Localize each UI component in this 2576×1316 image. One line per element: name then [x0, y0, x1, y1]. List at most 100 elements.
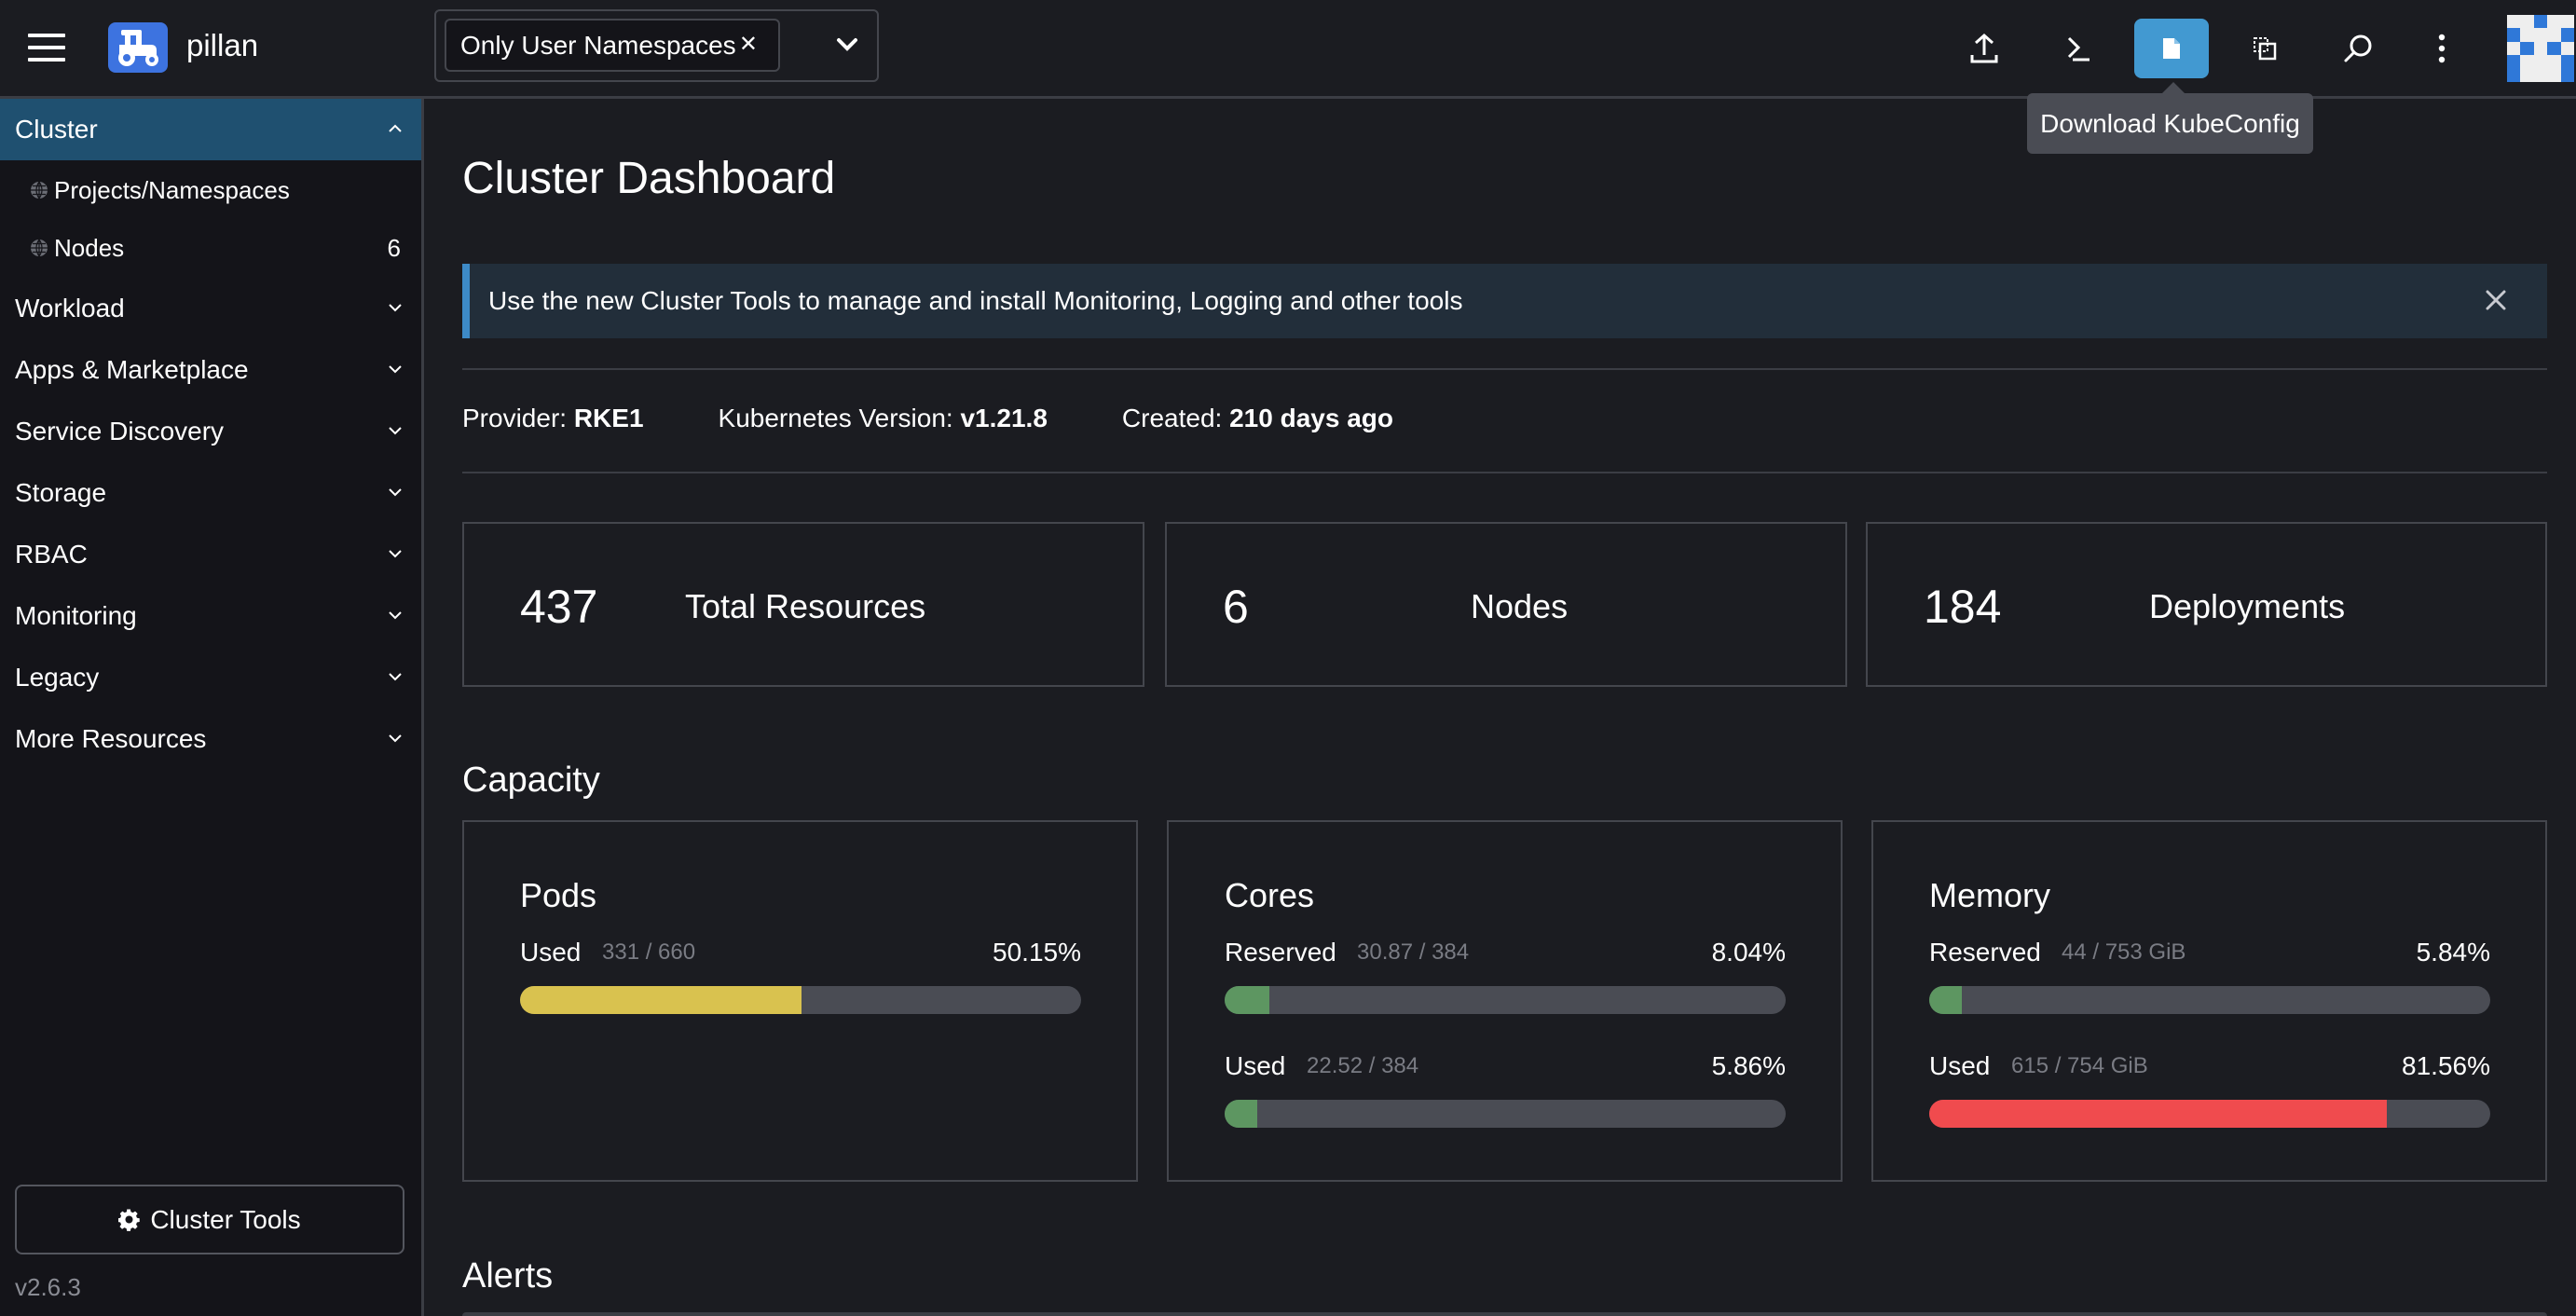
- avatar-identicon: [2507, 15, 2576, 82]
- sidebar-group-label: Storage: [15, 478, 107, 507]
- capacity-card-title: Cores: [1225, 876, 1315, 914]
- close-icon[interactable]: [2482, 286, 2510, 314]
- kubernetes-version-value: v1.21.8: [960, 404, 1048, 432]
- sidebar-item-projects-namespaces[interactable]: Projects/Namespaces: [0, 163, 421, 217]
- avatar-cell: [2507, 55, 2521, 69]
- sidebar-group-monitoring[interactable]: Monitoring: [0, 585, 421, 647]
- kubernetes-version-info: Kubernetes Version: v1.21.8: [719, 404, 1048, 433]
- chevron-down-icon: [389, 673, 402, 681]
- sidebar-group-rbac[interactable]: RBAC: [0, 524, 421, 585]
- chevron-down-icon: [389, 427, 402, 435]
- avatar-cell: [2533, 41, 2548, 56]
- kubectl-shell-button[interactable]: [2041, 19, 2116, 78]
- meter-kind: Reserved: [1929, 938, 2041, 966]
- meter-kind: Used: [1929, 1051, 1991, 1080]
- sidebar: Cluster Projects/Namespaces Nodes 6 Work…: [0, 99, 424, 1316]
- stat-label: Total Resources: [685, 587, 926, 625]
- chevron-down-icon: [389, 611, 402, 620]
- progress-bar-fill: [1929, 986, 1963, 1014]
- alerts-heading: Alerts: [462, 1256, 554, 1295]
- sidebar-group-apps-marketplace[interactable]: Apps & Marketplace: [0, 339, 421, 401]
- sidebar-group-label: RBAC: [15, 540, 88, 569]
- sidebar-group-cluster[interactable]: Cluster: [0, 99, 421, 160]
- cluster-tools-button[interactable]: Cluster Tools: [15, 1185, 404, 1254]
- avatar-cell: [2533, 15, 2548, 29]
- alerts-table-edge: [462, 1312, 2547, 1316]
- meter-percent: 81.56%: [2402, 1051, 2490, 1080]
- sidebar-group-storage[interactable]: Storage: [0, 462, 421, 524]
- sidebar-group-workload[interactable]: Workload: [0, 278, 421, 339]
- app-version: v2.6.3: [15, 1273, 81, 1301]
- sidebar-group-label: Monitoring: [15, 601, 137, 630]
- remove-filter-icon[interactable]: ✕: [739, 31, 758, 58]
- avatar-cell: [2520, 68, 2534, 82]
- user-avatar[interactable]: [2507, 15, 2576, 82]
- page-title: Cluster Dashboard: [462, 154, 836, 203]
- namespace-filter-selected: Only User Namespaces: [460, 30, 736, 60]
- cluster-meta: Provider: RKE1 Kubernetes Version: v1.21…: [462, 404, 1468, 433]
- avatar-cell: [2533, 55, 2548, 69]
- import-yaml-button[interactable]: [1947, 19, 2021, 78]
- meter-amount: 44 / 753 GiB: [2062, 939, 2186, 965]
- meter-kind: Reserved: [1225, 938, 1336, 966]
- avatar-cell: [2560, 15, 2574, 29]
- avatar-cell: [2507, 68, 2521, 82]
- meter-percent: 5.84%: [2416, 938, 2490, 966]
- avatar-cell: [2507, 28, 2521, 42]
- progress-bar-fill: [1225, 986, 1270, 1014]
- main-content: Cluster Dashboard Use the new Cluster To…: [427, 99, 2576, 1316]
- chevron-up-icon: [389, 124, 402, 132]
- divider: [462, 472, 2547, 473]
- cores-used-meter: Used 22.52 / 384 5.86%: [1225, 1051, 1786, 1128]
- stat-card-deployments[interactable]: 184 Deployments: [1866, 522, 2547, 687]
- provider-value: RKE1: [573, 404, 644, 432]
- chevron-down-icon[interactable]: [830, 28, 864, 62]
- progress-bar-fill: [520, 986, 802, 1014]
- avatar-cell: [2520, 28, 2534, 42]
- created-info: Created: 210 days ago: [1122, 404, 1393, 433]
- meter-percent: 8.04%: [1711, 938, 1786, 966]
- download-kubeconfig-button[interactable]: [2134, 19, 2209, 78]
- sidebar-item-label: Projects/Namespaces: [54, 175, 290, 204]
- pods-used-meter: Used 331 / 660 50.15%: [520, 938, 1081, 1014]
- capacity-card-cores: Cores Reserved 30.87 / 384 8.04% Used 22.52…: [1167, 820, 1843, 1182]
- menu-hamburger-icon[interactable]: [28, 34, 65, 62]
- provider-label: Provider:: [462, 404, 568, 432]
- capacity-heading: Capacity: [462, 761, 600, 800]
- resource-search-button[interactable]: [2321, 19, 2395, 78]
- meter-amount: 615 / 754 GiB: [2011, 1053, 2148, 1078]
- avatar-cell: [2547, 28, 2561, 42]
- avatar-cell: [2533, 68, 2548, 82]
- sidebar-group-label: Workload: [15, 294, 125, 322]
- progress-bar-fill: [1225, 1100, 1258, 1128]
- sidebar-group-service-discovery[interactable]: Service Discovery: [0, 401, 421, 462]
- stat-card-nodes[interactable]: 6 Nodes: [1165, 522, 1847, 687]
- stat-value: 437: [520, 581, 598, 633]
- copy-kubeconfig-button[interactable]: [2227, 19, 2302, 78]
- capacity-card-title: Memory: [1929, 876, 2051, 914]
- more-actions-button[interactable]: [2405, 19, 2479, 78]
- avatar-cell: [2560, 41, 2574, 56]
- globe-icon: [31, 239, 48, 257]
- cluster-tools-label: Cluster Tools: [150, 1204, 301, 1234]
- sidebar-group-label: More Resources: [15, 724, 207, 753]
- memory-used-meter: Used 615 / 754 GiB 81.56%: [1929, 1051, 2490, 1128]
- progress-bar: [1225, 986, 1786, 1014]
- avatar-cell: [2560, 28, 2574, 42]
- info-banner: Use the new Cluster Tools to manage and …: [462, 264, 2547, 338]
- stat-value: 184: [1924, 581, 2002, 633]
- nodes-count-badge: 6: [387, 233, 401, 262]
- meter-amount: 30.87 / 384: [1357, 939, 1470, 965]
- avatar-cell: [2560, 68, 2574, 82]
- upload-icon: [1970, 33, 1998, 63]
- avatar-cell: [2520, 15, 2534, 29]
- sidebar-group-more-resources[interactable]: More Resources: [0, 708, 421, 770]
- sidebar-group-legacy[interactable]: Legacy: [0, 647, 421, 708]
- progress-bar: [1929, 1100, 2490, 1128]
- stat-card-total-resources[interactable]: 437 Total Resources: [462, 522, 1144, 687]
- created-value: 210 days ago: [1229, 404, 1393, 432]
- namespace-filter[interactable]: Only User Namespaces ✕: [434, 9, 879, 82]
- sidebar-item-nodes[interactable]: Nodes 6: [0, 221, 421, 275]
- chevron-down-icon: [389, 488, 402, 497]
- top-header: pillan Only User Namespaces ✕: [0, 0, 2576, 99]
